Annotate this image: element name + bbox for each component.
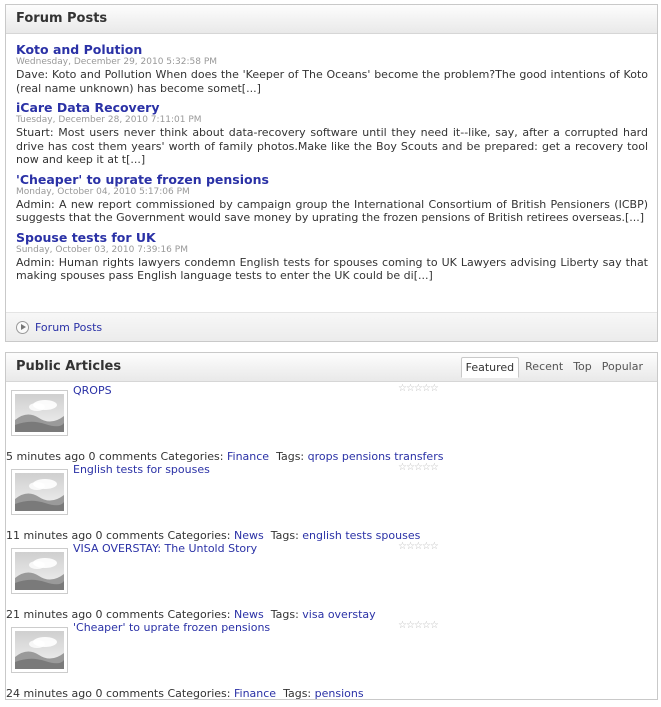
forum-post-date: Tuesday, December 28, 2010 7:11:01 PM: [16, 115, 202, 125]
tab-featured[interactable]: Featured: [460, 357, 520, 378]
forum-posts-footer: Forum Posts: [6, 312, 657, 341]
public-articles-panel: Public Articles Featured Recent Top Popu…: [5, 352, 658, 700]
image-placeholder-icon[interactable]: [11, 390, 68, 436]
article-title[interactable]: VISA OVERSTAY: The Untold Story: [73, 542, 257, 555]
forum-post-title[interactable]: iCare Data Recovery: [16, 100, 648, 115]
forum-post: 'Cheaper' to uprate frozen pensions Mond…: [16, 172, 648, 225]
article-tabs: Featured Recent Top Popular: [459, 357, 647, 378]
article-category-link[interactable]: Finance: [234, 687, 276, 700]
forum-post-title[interactable]: 'Cheaper' to uprate frozen pensions: [16, 172, 648, 187]
star-rating[interactable]: ☆☆☆☆☆: [398, 462, 439, 473]
image-placeholder-icon[interactable]: [11, 548, 68, 594]
forum-post-excerpt: Dave: Koto and Pollution When does the '…: [16, 68, 648, 95]
article-age: 24 minutes ago: [6, 687, 92, 700]
forum-post: iCare Data Recovery Tuesday, December 28…: [16, 100, 648, 167]
forum-post-date: Sunday, October 03, 2010 7:39:16 PM: [16, 244, 188, 255]
article-item: 'Cheaper' to uprate frozen pensions ☆☆☆☆…: [6, 620, 657, 700]
tab-top[interactable]: Top: [569, 357, 596, 378]
star-rating[interactable]: ☆☆☆☆☆: [398, 620, 439, 631]
public-articles-title: Public Articles: [16, 359, 122, 374]
forum-posts-title: Forum Posts: [16, 11, 108, 26]
forum-post-date: Monday, October 04, 2010 5:17:06 PM: [16, 186, 190, 197]
article-meta: 24 minutes ago 0 comments Categories: Fi…: [6, 687, 364, 700]
forum-posts-header: Forum Posts: [6, 5, 657, 34]
article-item: English tests for spouses ☆☆☆☆☆ 11 minut…: [6, 462, 657, 542]
star-rating[interactable]: ☆☆☆☆☆: [398, 541, 439, 552]
forum-post-excerpt: Stuart: Most users never think about dat…: [16, 126, 648, 166]
forum-post-title[interactable]: Spouse tests for UK: [16, 230, 648, 245]
image-placeholder-icon[interactable]: [11, 469, 68, 515]
tab-popular[interactable]: Popular: [598, 357, 647, 378]
article-item: QROPS ☆☆☆☆☆ 5 minutes ago 0 comments Cat…: [6, 383, 657, 463]
categories-label: Categories:: [167, 687, 231, 700]
tab-recent[interactable]: Recent: [521, 357, 567, 378]
forum-post-list: Koto and Polution Wednesday, December 29…: [16, 42, 648, 288]
article-item: VISA OVERSTAY: The Untold Story ☆☆☆☆☆ 21…: [6, 541, 657, 621]
tags-label: Tags:: [283, 687, 312, 700]
forum-posts-panel: Forum Posts Koto and Polution Wednesday,…: [5, 4, 658, 342]
star-rating[interactable]: ☆☆☆☆☆: [398, 383, 439, 394]
forum-posts-footer-link[interactable]: Forum Posts: [35, 321, 102, 334]
forum-post: Spouse tests for UK Sunday, October 03, …: [16, 230, 648, 283]
article-title[interactable]: English tests for spouses: [73, 463, 210, 476]
forum-post: Koto and Polution Wednesday, December 29…: [16, 42, 648, 95]
public-articles-header: Public Articles Featured Recent Top Popu…: [6, 353, 657, 382]
forum-post-excerpt: Admin: Human rights lawyers condemn Engl…: [16, 255, 648, 283]
article-title[interactable]: QROPS: [73, 384, 112, 397]
article-tags-link[interactable]: pensions: [315, 687, 364, 700]
forum-post-date: Wednesday, December 29, 2010 5:32:58 PM: [16, 57, 218, 67]
forum-post-excerpt: Admin: A new report commissioned by camp…: [16, 197, 648, 225]
article-comments: 0 comments: [95, 687, 164, 700]
forum-post-title[interactable]: Koto and Polution: [16, 42, 648, 57]
circle-arrow-right-icon[interactable]: [16, 321, 29, 334]
article-title[interactable]: 'Cheaper' to uprate frozen pensions: [73, 621, 270, 634]
image-placeholder-icon[interactable]: [11, 627, 68, 673]
